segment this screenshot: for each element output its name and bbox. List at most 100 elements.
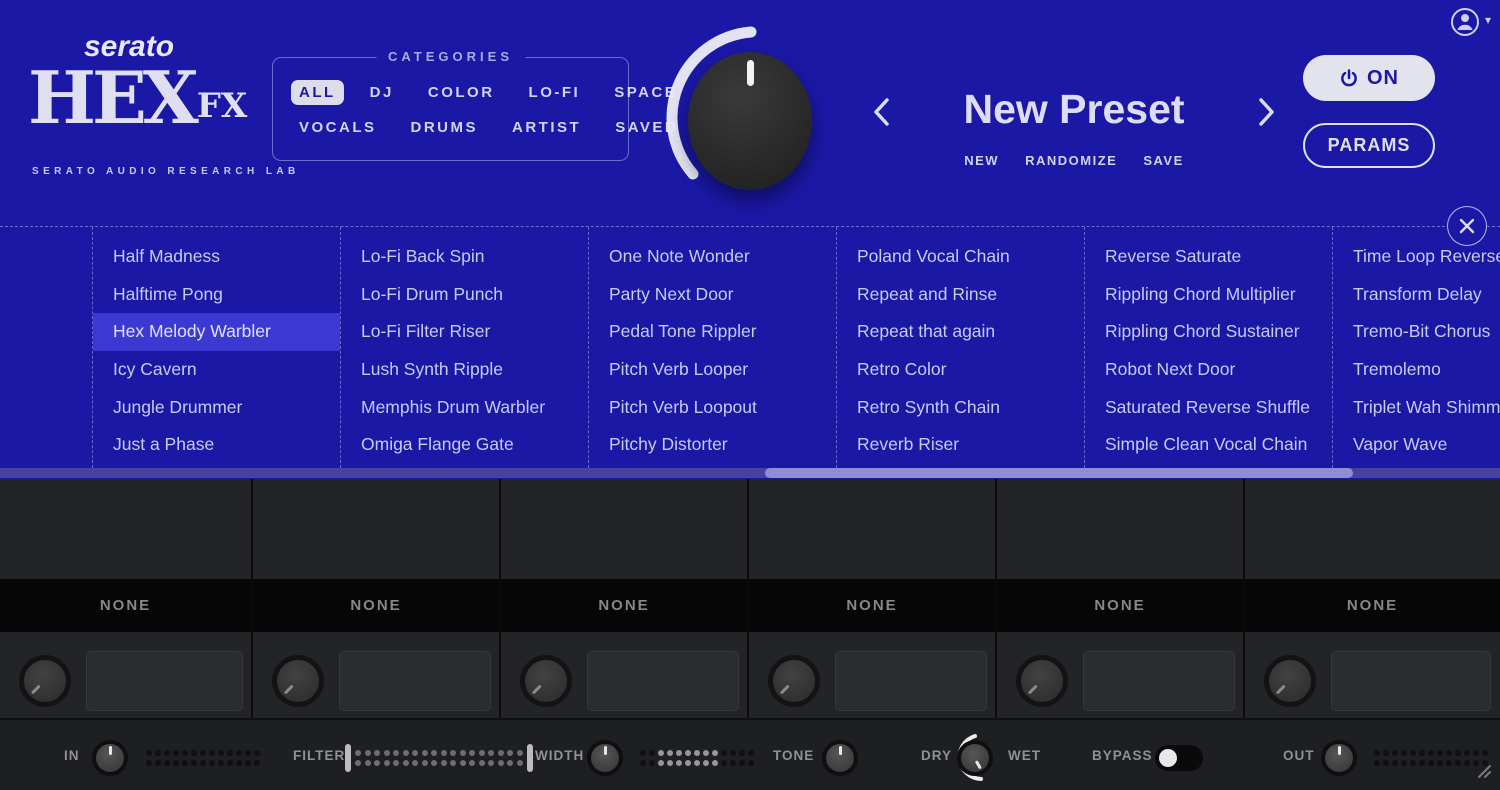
preset-item[interactable]: Transform Delay [1333,276,1500,314]
fx-slot-5-knob[interactable] [1016,655,1068,707]
preset-item[interactable]: Memphis Drum Warbler [341,389,588,427]
hex-fx-window: serato HEXFX SERATO AUDIO RESEARCH LAB C… [0,0,1500,790]
in-label: IN [64,748,80,763]
user-account-button[interactable] [1450,7,1480,37]
preset-item[interactable]: Retro Synth Chain [837,389,1084,427]
next-preset-button[interactable] [1256,96,1278,128]
category-lofi[interactable]: LO-FI [521,80,589,105]
preset-item[interactable]: Lo-Fi Filter Riser [341,313,588,351]
params-button[interactable]: PARAMS [1303,123,1435,168]
fx-slot-6-knob[interactable] [1264,655,1316,707]
knob-pointer [1012,651,1071,710]
preset-item[interactable]: Half Madness [93,238,340,276]
out-gain-knob[interactable] [1321,740,1357,776]
preset-item[interactable]: Tremo-Bit Chorus [1333,313,1500,351]
preset-item[interactable]: Pitchy Distorter [589,426,836,464]
tone-knob[interactable] [822,740,858,776]
fx-slot-1-selector[interactable]: NONE [0,579,251,632]
preset-item[interactable]: Rippling Chord Multiplier [1085,276,1332,314]
preset-item[interactable]: Reverse Saturate [1085,238,1332,276]
window-resize-grip[interactable] [1475,762,1493,778]
preset-item[interactable]: Pedal Tone Rippler [589,313,836,351]
preset-list-scrollbar-track[interactable] [0,468,1500,478]
knob-pointer [764,651,823,710]
category-vocals[interactable]: VOCALS [291,115,385,140]
preset-item[interactable]: Halftime Pong [93,276,340,314]
fx-slot-2-display[interactable] [339,651,491,711]
category-color[interactable]: COLOR [420,80,503,105]
category-all[interactable]: ALL [291,80,344,105]
fx-slot-4-selector[interactable]: NONE [749,579,995,632]
fx-slot-1-display[interactable] [86,651,243,711]
fx-slot-1-knob[interactable] [19,655,71,707]
categories-title: CATEGORIES [376,49,525,64]
preset-item[interactable]: Pitch Verb Loopout [589,389,836,427]
width-knob[interactable] [587,740,623,776]
fx-slot-4-display[interactable] [835,651,987,711]
preset-item[interactable]: Lush Synth Ripple [341,351,588,389]
fx-slot-2-selector[interactable]: NONE [253,579,499,632]
power-on-button[interactable]: ON [1303,55,1435,101]
fx-slot-3-selector[interactable]: NONE [501,579,747,632]
preset-item[interactable]: Simple Clean Vocal Chain [1085,426,1332,464]
fx-slot-5-selector[interactable]: NONE [997,579,1243,632]
category-drums[interactable]: DRUMS [403,115,487,140]
preset-item[interactable]: Jungle Drummer [93,389,340,427]
fx-slot-6-selector[interactable]: NONE [1245,579,1500,632]
preset-item[interactable]: Tremolemo [1333,351,1500,389]
preset-item[interactable]: Retro Color [837,351,1084,389]
filter-low-handle[interactable] [345,744,351,772]
preset-item[interactable]: Omiga Flange Gate [341,426,588,464]
categories-row-1: ALL DJ COLOR LO-FI SPACE [291,80,614,105]
preset-item[interactable]: One Note Wonder [589,238,836,276]
preset-item[interactable]: Repeat and Rinse [837,276,1084,314]
fx-slot-6-display[interactable] [1331,651,1491,711]
previous-preset-button[interactable] [870,96,892,128]
fx-slot-3-display[interactable] [587,651,739,711]
knob-pointer [591,744,619,772]
fx-slot-2: NONE [253,479,501,718]
preset-item[interactable]: Robot Next Door [1085,351,1332,389]
preset-item[interactable]: Poland Vocal Chain [837,238,1084,276]
fx-slot-2-knob[interactable] [272,655,324,707]
preset-item[interactable]: Saturated Reverse Shuffle [1085,389,1332,427]
preset-item[interactable]: Rippling Chord Sustainer [1085,313,1332,351]
preset-item[interactable]: Triplet Wah Shimm [1333,389,1500,427]
knob-pointer [1325,744,1353,772]
category-artist[interactable]: ARTIST [504,115,589,140]
account-caret-icon[interactable]: ▾ [1485,13,1491,27]
randomize-preset-button[interactable]: RANDOMIZE [1025,153,1117,168]
save-preset-button[interactable]: SAVE [1143,153,1183,168]
filter-dots [355,750,523,766]
dry-wet-knob[interactable] [957,740,993,776]
in-gain-knob[interactable] [92,740,128,776]
fx-rack: NONE NONE NONE NONE NONE [0,479,1500,790]
fx-slot-3-knob[interactable] [520,655,572,707]
in-level-meter [146,750,260,766]
wet-label: WET [1008,748,1041,763]
preset-item[interactable]: Just a Phase [93,426,340,464]
preset-item[interactable]: Party Next Door [589,276,836,314]
fx-slot-5-display[interactable] [1083,651,1235,711]
filter-high-handle[interactable] [527,744,533,772]
macro-knob[interactable] [688,52,812,190]
params-label: PARAMS [1328,135,1411,156]
preset-item[interactable]: Reverb Riser [837,426,1084,464]
preset-item-selected[interactable]: Hex Melody Warbler [93,313,340,351]
preset-item[interactable]: Vapor Wave [1333,426,1500,464]
preset-list-scrollbar-thumb[interactable] [765,468,1353,478]
preset-item[interactable]: Pitch Verb Looper [589,351,836,389]
bypass-toggle[interactable] [1155,745,1203,771]
filter-range-slider[interactable] [345,744,533,772]
preset-item[interactable]: Lo-Fi Back Spin [341,238,588,276]
preset-item[interactable]: Repeat that again [837,313,1084,351]
fx-logo-text: FX [197,86,248,126]
preset-name-title: New Preset [958,86,1190,133]
new-preset-button[interactable]: NEW [964,153,999,168]
preset-column-1: Half Madness Halftime Pong Hex Melody Wa… [92,227,340,468]
preset-item[interactable]: Icy Cavern [93,351,340,389]
preset-item[interactable]: Lo-Fi Drum Punch [341,276,588,314]
close-preset-list-button[interactable] [1447,206,1487,246]
fx-slot-4-knob[interactable] [768,655,820,707]
category-dj[interactable]: DJ [362,80,402,105]
